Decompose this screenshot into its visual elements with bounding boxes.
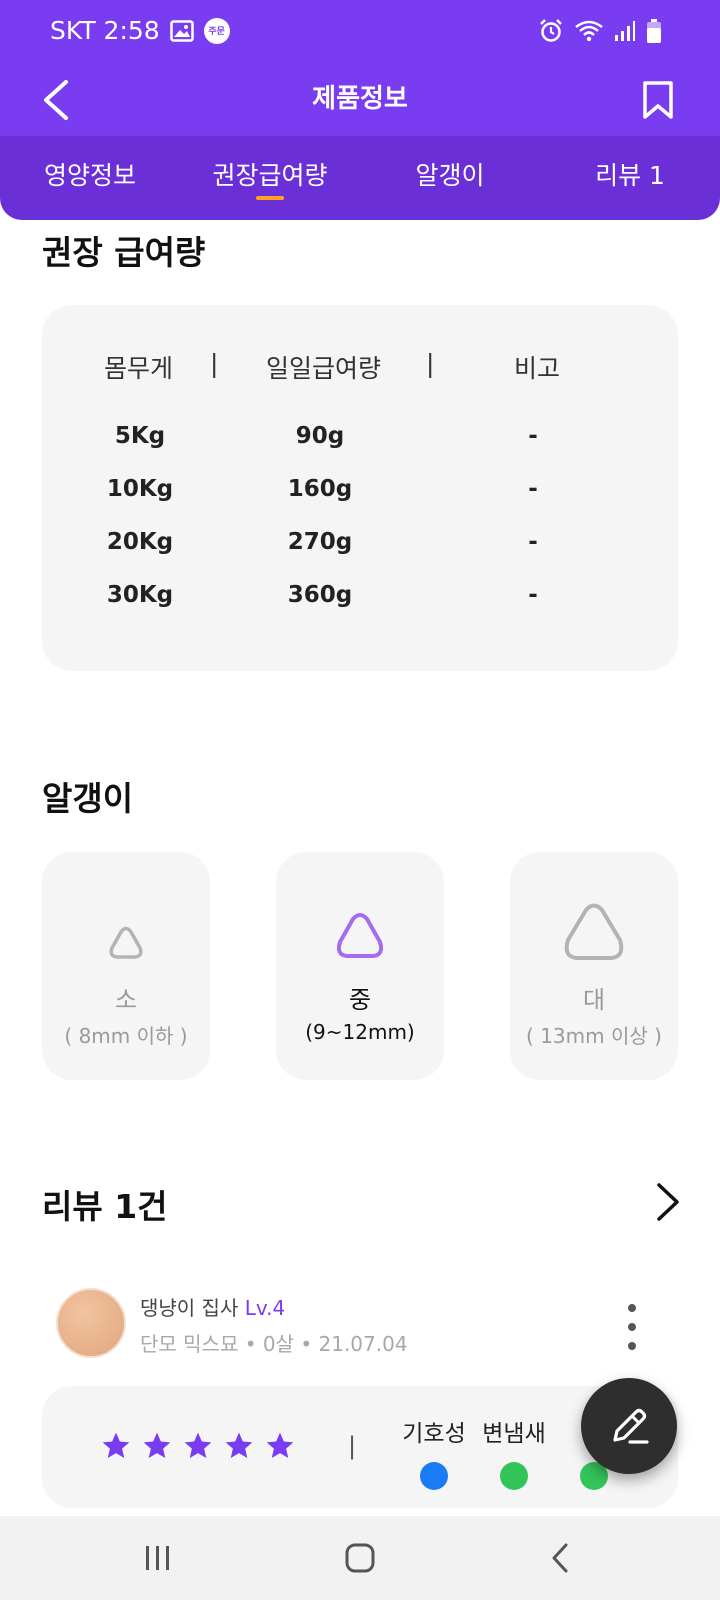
tab-kibble[interactable]: 알갱이: [360, 136, 540, 220]
review-rating-card: | 기호성 변냄새 가: [42, 1386, 678, 1508]
star-icon: [225, 1432, 253, 1458]
bookmark-icon: [643, 81, 673, 119]
cell-amount: 360g: [287, 582, 353, 608]
kibble-size-label: 중: [348, 986, 372, 1014]
feeding-table: 몸무게 | 일일급여량 | 비고 5Kg 90g - 10Kg 160g - 2…: [42, 305, 678, 671]
metric-dot: [420, 1462, 448, 1490]
kibble-size-range: ( 8mm 이하 ): [64, 1024, 188, 1048]
carrier-time: SKT 2:58: [50, 16, 160, 45]
kibble-section-title: 알갱이: [42, 779, 134, 818]
star-icon: [102, 1432, 130, 1458]
reviewer-name: 댕냥이 집사: [140, 1296, 239, 1320]
kibble-size-range: ( 13mm 이상 ): [526, 1024, 662, 1048]
rating-divider: |: [348, 1432, 357, 1460]
triangle-icon: [276, 912, 444, 960]
reviews-more-button[interactable]: [648, 1178, 688, 1226]
kibble-size-large[interactable]: 대 ( 13mm 이상 ): [510, 852, 678, 1080]
cell-amount: 90g: [295, 423, 345, 449]
star-rating: [100, 1430, 296, 1462]
tab-bar: 영양정보 권장급여량 알갱이 리뷰 1: [0, 136, 720, 220]
triangle-icon: [42, 926, 210, 960]
cell-note: -: [528, 582, 538, 608]
metric-label: 기호성: [402, 1421, 466, 1447]
kibble-size-range: (9~12mm): [305, 1020, 415, 1044]
table-row: 10Kg 160g -: [42, 476, 678, 529]
cell-weight: 30Kg: [106, 582, 174, 608]
cell-note: -: [528, 529, 538, 555]
home-button[interactable]: [330, 1536, 390, 1580]
app-bar: 제품정보: [0, 66, 720, 136]
metric-palatability: 기호성: [394, 1414, 474, 1490]
feeding-table-header: 몸무게 | 일일급여량 | 비고: [42, 349, 678, 389]
star-icon: [143, 1432, 171, 1458]
header-weight: 몸무게: [104, 354, 174, 383]
status-left: SKT 2:58 주문: [50, 16, 230, 45]
cell-weight: 5Kg: [114, 423, 166, 449]
star-icon: [184, 1432, 212, 1458]
metric-dot: [500, 1462, 528, 1490]
feeding-section-title: 권장 급여량: [42, 233, 206, 272]
star-icon: [266, 1432, 294, 1458]
wifi-icon: [574, 19, 604, 43]
feeding-table-rows: 5Kg 90g - 10Kg 160g - 20Kg 270g - 30Kg 3…: [42, 423, 678, 635]
cell-amount: 160g: [287, 476, 353, 502]
kibble-size-label: 소: [114, 986, 138, 1014]
page-title: 제품정보: [312, 84, 408, 114]
table-row: 5Kg 90g -: [42, 423, 678, 476]
status-bar: SKT 2:58 주문: [0, 0, 720, 66]
chevron-right-icon: [657, 1183, 679, 1221]
more-options-button[interactable]: [622, 1304, 642, 1350]
system-back-button[interactable]: [530, 1536, 590, 1580]
image-icon: [169, 19, 194, 42]
kibble-size-label: 대: [582, 986, 606, 1014]
review-meta: 단모 믹스묘 • 0살 • 21.07.04: [140, 1332, 408, 1356]
order-badge-icon: 주문: [203, 17, 230, 44]
reviewer-line: 댕냥이 집사 Lv.4: [140, 1292, 285, 1321]
signal-icon: [614, 20, 636, 42]
table-row: 20Kg 270g -: [42, 529, 678, 582]
cell-weight: 20Kg: [106, 529, 174, 555]
more-dot-icon: [628, 1342, 636, 1350]
recent-apps-button[interactable]: [128, 1536, 188, 1580]
header-separator: |: [426, 349, 435, 378]
metric-stool-odor: 변냄새: [474, 1414, 554, 1490]
bookmark-button[interactable]: [636, 74, 680, 126]
reviewer-level: Lv.4: [244, 1296, 286, 1320]
table-row: 30Kg 360g -: [42, 582, 678, 635]
battery-icon: [646, 18, 662, 44]
home-icon: [345, 1543, 375, 1573]
system-nav-bar: [0, 1516, 720, 1600]
kibble-size-small[interactable]: 소 ( 8mm 이하 ): [42, 852, 210, 1080]
header-daily-amount: 일일급여량: [266, 354, 382, 383]
more-dot-icon: [628, 1323, 636, 1331]
kibble-size-medium[interactable]: 중 (9~12mm): [276, 852, 444, 1080]
pencil-icon: [613, 1408, 649, 1444]
review-item: 댕냥이 집사 Lv.4 단모 믹스묘 • 0살 • 21.07.04: [56, 1288, 676, 1358]
recent-apps-icon: [146, 1546, 169, 1570]
more-dot-icon: [628, 1304, 636, 1312]
tab-nutrition[interactable]: 영양정보: [0, 136, 180, 220]
header-separator: |: [210, 349, 219, 378]
tab-reviews[interactable]: 리뷰 1: [540, 136, 720, 220]
back-icon: [552, 1543, 568, 1573]
cell-note: -: [528, 476, 538, 502]
alarm-icon: [538, 18, 564, 44]
write-review-button[interactable]: [581, 1378, 677, 1474]
cell-weight: 10Kg: [106, 476, 174, 502]
cell-note: -: [528, 423, 538, 449]
triangle-icon: [510, 902, 678, 962]
avatar[interactable]: [56, 1288, 126, 1358]
metric-label: 변냄새: [482, 1421, 546, 1447]
tab-feeding-amount[interactable]: 권장급여량: [180, 136, 360, 220]
order-badge-text: 주문: [208, 27, 225, 37]
cell-amount: 270g: [287, 529, 353, 555]
header-note: 비고: [514, 354, 561, 383]
reviews-section-title: 리뷰 1건: [42, 1187, 168, 1226]
status-right: [538, 18, 662, 44]
